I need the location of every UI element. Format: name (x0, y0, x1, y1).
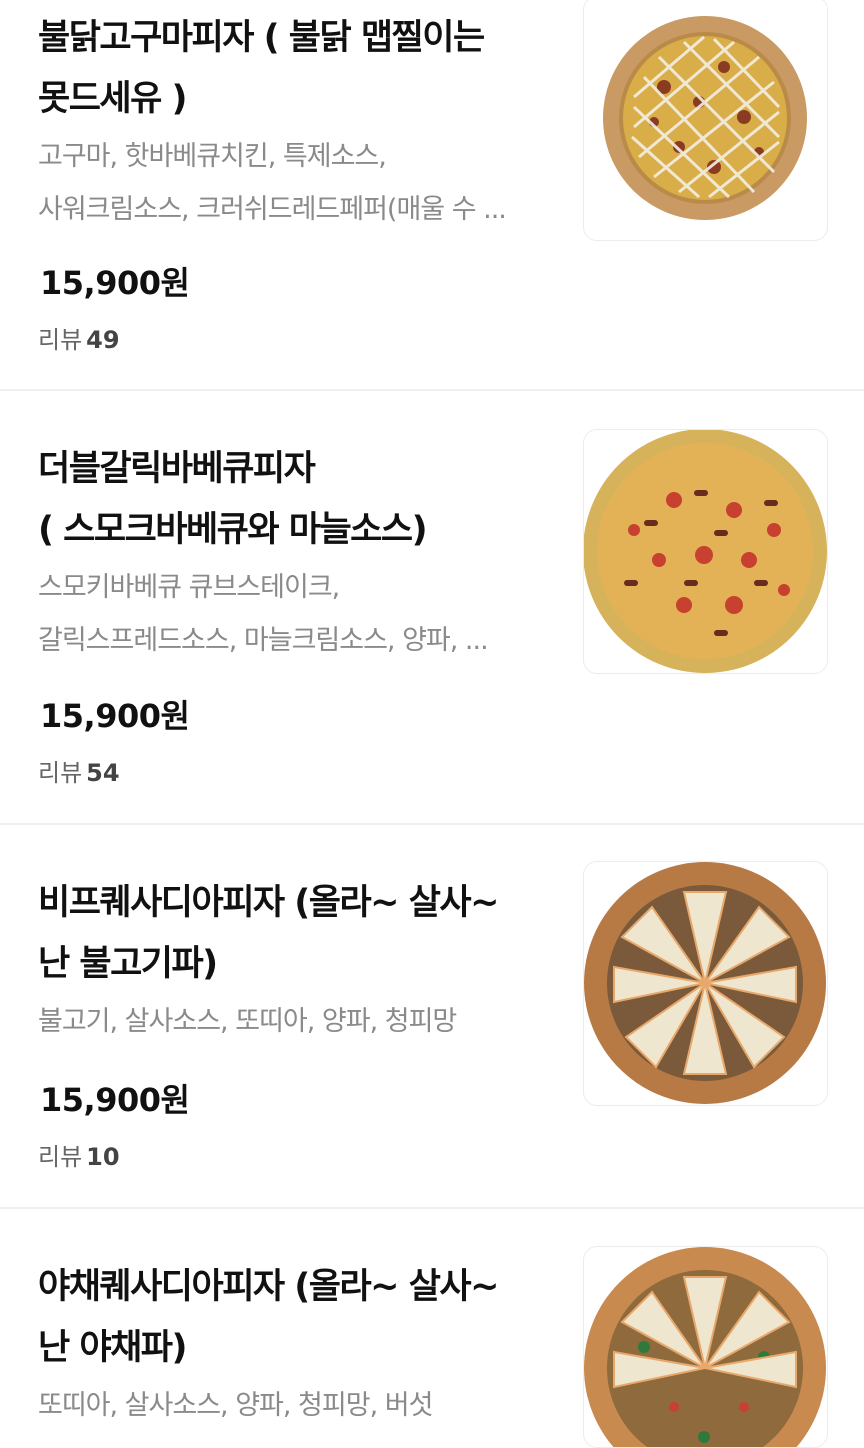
menu-item-name: 야채퀘사디아피자 (올라~ 살사~ 난 야채파) (38, 1257, 568, 1379)
menu-item-name: 비프퀘사디아피자 (올라~ 살사~ 난 불고기파) (38, 873, 568, 995)
review-label: 리뷰 (38, 759, 83, 787)
menu-item-description: 불고기, 살사소스, 또띠아, 양파, 청피망 (38, 995, 568, 1048)
menu-item-info: 불닭고구마피자 ( 불닭 맵찔이는 못드세유 ) 고구마, 핫바베큐치킨, 특제… (38, 8, 568, 236)
menu-item[interactable]: 비프퀘사디아피자 (올라~ 살사~ 난 불고기파) 불고기, 살사소스, 또띠아… (0, 825, 864, 1207)
menu-item[interactable]: 야채퀘사디아피자 (올라~ 살사~ 난 야채파) 또띠아, 살사소스, 양파, … (0, 1209, 864, 1448)
pizza-veggie-quesadilla-icon[interactable] (583, 1246, 828, 1448)
menu-item-name-line: ( 스모크바베큐와 마늘소스) (38, 510, 428, 550)
pizza-garlic-bbq-icon[interactable] (583, 429, 828, 674)
review-label: 리뷰 (38, 1143, 83, 1171)
menu-item-name-line: 난 야채파) (38, 1328, 187, 1368)
review-label: 리뷰 (38, 326, 83, 354)
menu-item-name-line: 야채퀘사디아피자 (올라~ 살사~ (38, 1267, 499, 1307)
menu-item-description-line: 불고기, 살사소스, 또띠아, 양파, 청피망 (38, 1006, 457, 1037)
menu-item-info: 더블갈릭바베큐피자 ( 스모크바베큐와 마늘소스) 스모키바베큐 큐브스테이크,… (38, 439, 568, 667)
menu-item[interactable]: 불닭고구마피자 ( 불닭 맵찔이는 못드세유 ) 고구마, 핫바베큐치킨, 특제… (0, 0, 864, 390)
menu-item-description-line: 고구마, 핫바베큐치킨, 특제소스, (38, 141, 387, 172)
menu-item-review: 리뷰 54 (38, 753, 120, 788)
menu-item-info: 비프퀘사디아피자 (올라~ 살사~ 난 불고기파) 불고기, 살사소스, 또띠아… (38, 873, 568, 1048)
pizza-sweetpotato-icon[interactable] (583, 0, 828, 241)
menu-item-description-line: 또띠아, 살사소스, 양파, 청피망, 버섯 (38, 1390, 433, 1421)
menu-item-price: 15,900원 (40, 1081, 190, 1119)
menu-item-review: 리뷰 10 (38, 1137, 120, 1172)
review-count: 10 (86, 1143, 120, 1171)
menu-item-description-line: 갈릭스프레드소스, 마늘크림소스, 양파, ... (38, 625, 489, 656)
menu-item-name: 불닭고구마피자 ( 불닭 맵찔이는 못드세유 ) (38, 8, 568, 130)
menu-item-name-line: 불닭고구마피자 ( 불닭 맵찔이는 (38, 18, 485, 58)
menu-item-name-line: 못드세유 ) (38, 79, 187, 119)
menu-item-name-line: 비프퀘사디아피자 (올라~ 살사~ (38, 883, 499, 923)
menu-item-name-line: 난 불고기파) (38, 944, 218, 984)
menu-item-description: 고구마, 핫바베큐치킨, 특제소스, 사워크림소스, 크러쉬드레드페퍼(매울 수… (38, 130, 568, 236)
menu-item-description: 스모키바베큐 큐브스테이크, 갈릭스프레드소스, 마늘크림소스, 양파, ... (38, 561, 568, 667)
menu-item-price: 15,900원 (40, 264, 190, 302)
menu-item-description-line: 스모키바베큐 큐브스테이크, (38, 572, 340, 603)
menu-item-description: 또띠아, 살사소스, 양파, 청피망, 버섯 (38, 1379, 568, 1432)
review-count: 49 (86, 326, 120, 354)
pizza-beef-quesadilla-icon[interactable] (583, 861, 828, 1106)
menu-item[interactable]: 더블갈릭바베큐피자 ( 스모크바베큐와 마늘소스) 스모키바베큐 큐브스테이크,… (0, 391, 864, 823)
menu-item-name-line: 더블갈릭바베큐피자 (38, 449, 316, 489)
review-count: 54 (86, 759, 120, 787)
menu-item-price: 15,900원 (40, 697, 190, 735)
menu-item-review: 리뷰 49 (38, 320, 120, 355)
menu-item-description-line: 사워크림소스, 크러쉬드레드페퍼(매울 수 ... (38, 194, 507, 225)
menu-item-name: 더블갈릭바베큐피자 ( 스모크바베큐와 마늘소스) (38, 439, 568, 561)
menu-item-info: 야채퀘사디아피자 (올라~ 살사~ 난 야채파) 또띠아, 살사소스, 양파, … (38, 1257, 568, 1432)
